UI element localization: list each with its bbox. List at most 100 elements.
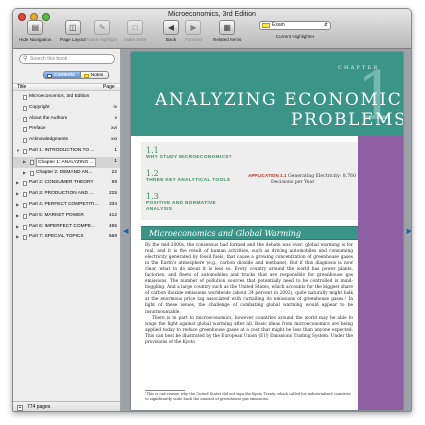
toc-row[interactable]: ▶ Part 3: PRODUCTION AND ... 225	[13, 189, 120, 200]
hide-navigation-button[interactable]: ▤ Hide Navigation	[19, 20, 51, 42]
forward-button[interactable]: ▶ Forward	[185, 20, 202, 42]
toc-row[interactable]: ▶ Part 7: SPECIAL TOPICS 568	[13, 232, 120, 243]
highlight-color-swatch	[262, 23, 270, 28]
disclosure-closed-icon[interactable]: ▶	[16, 232, 19, 243]
document-icon	[23, 148, 27, 154]
document-icon	[23, 235, 27, 241]
make-note-button[interactable]: □ Make Note	[124, 20, 146, 42]
search-placeholder: Search this book	[30, 56, 68, 62]
toc-title: Copyright	[29, 104, 50, 110]
toc-row[interactable]: Preface xvi	[13, 124, 120, 135]
toc-row[interactable]: ▶ Chapter 2: DEMAND AN... 22	[13, 168, 120, 179]
document-icon	[23, 127, 27, 133]
chapter-header: CHAPTER 1 ANALYZING ECONOMIC PROBLEMS	[131, 52, 403, 136]
app-window: Microeconomics, 3rd Edition ▤ Hide Navig…	[12, 8, 412, 412]
section-name: WHY STUDY MICROECONOMICS?	[146, 155, 232, 160]
disclosure-closed-icon[interactable]: ▶	[23, 168, 26, 179]
section-name-continued: ANALYSIS	[146, 207, 173, 212]
window-title: Microeconomics, 3rd Edition	[168, 11, 256, 18]
disclosure-closed-icon[interactable]: ▶	[16, 189, 19, 200]
document-icon	[23, 213, 27, 219]
book-page: CHAPTER 1 ANALYZING ECONOMIC PROBLEMS 1.…	[131, 52, 403, 410]
footnote: ¹This is one reason why the United State…	[145, 392, 351, 401]
chapter-title-line1: ANALYZING ECONOMIC	[155, 90, 403, 110]
toc-page: 1	[114, 147, 117, 153]
make-highlight-label: Make Highlight	[87, 37, 118, 42]
toc-page: xxi	[111, 137, 117, 143]
tab-contents[interactable]: Contents	[43, 71, 81, 79]
sidebar-tabs: Contents Notes	[43, 71, 110, 79]
toc-page: xvi	[111, 126, 117, 132]
make-highlight-button[interactable]: ✎ Make Highlight	[87, 20, 117, 42]
paragraph: There is in part to microeconomics, howe…	[145, 315, 353, 345]
page-layout-label: Page Layout	[60, 37, 86, 42]
page-layout-button[interactable]: ◫ Page Layout	[60, 20, 86, 42]
section-1-1[interactable]: 1.1 WHY STUDY MICROECONOMICS?	[146, 146, 232, 161]
contents-icon	[47, 73, 52, 78]
related-items-button[interactable]: ▦ Related Items	[213, 20, 241, 42]
hide-navigation-label: Hide Navigation	[19, 37, 52, 42]
toc-row[interactable]: About the Authors v	[13, 114, 120, 125]
disclosure-closed-icon[interactable]: ▶	[16, 211, 19, 222]
highlighter-value: Exam	[272, 22, 285, 28]
toc-page: 225	[108, 191, 117, 197]
section-banner: Microeconomics and Global Warming	[141, 226, 358, 240]
document-icon	[23, 105, 27, 111]
forward-arrow-icon: ▶	[185, 20, 202, 35]
toc-row[interactable]: ▶ Part 4: PERFECT COMPETITION 334	[13, 200, 120, 211]
status-bar: + 774 pages	[13, 401, 120, 411]
toc-page: 22	[111, 169, 117, 175]
toc-title: Part 6: IMPERFECT COMPE...	[29, 223, 96, 229]
disclosure-closed-icon[interactable]: ▶	[16, 222, 19, 233]
page-layout-icon: ◫	[64, 20, 81, 35]
section-1-3[interactable]: 1.3 POSITIVE AND NORMATIVE ANALYSIS	[146, 192, 216, 213]
highlighter-select[interactable]: Exam ⇵	[259, 21, 331, 30]
back-arrow-icon: ◀	[163, 20, 179, 35]
disclosure-open-icon[interactable]: ▼	[16, 146, 20, 157]
toc-row[interactable]: ▼ Part 1: INTRODUCTION TO ... 1	[13, 146, 120, 157]
toc-title: Preface	[29, 126, 46, 132]
toc-row[interactable]: Copyright iv	[13, 103, 120, 114]
toc-title: Chapter 2: DEMAND AN...	[36, 169, 93, 175]
chapter-title-line2: PROBLEMS	[291, 110, 403, 130]
search-input[interactable]: ⚲ Search this book	[19, 54, 115, 64]
section-number: 1.3	[146, 192, 159, 201]
tab-contents-label: Contents	[54, 73, 75, 78]
toc-page: v	[114, 115, 117, 121]
navigation-sidebar: ⚲ Search this book Contents Notes Title …	[13, 49, 121, 411]
disclosure-closed-icon[interactable]: ▶	[16, 200, 19, 211]
sidebar-icon: ▤	[27, 20, 44, 35]
toc-page: 89	[111, 180, 117, 186]
toc-title: About the Authors	[29, 115, 68, 121]
toc-row[interactable]: ▶ Part 5: MARKET POWER 412	[13, 211, 120, 222]
back-button[interactable]: ◀ Back	[163, 20, 179, 42]
forward-label: Forward	[185, 37, 202, 42]
application-reference[interactable]: APPLICATION 1.1 Generating Electricity: …	[248, 173, 356, 186]
section-1-2[interactable]: 1.2 THREE KEY ANALYTICAL TOOLS	[146, 169, 230, 184]
toc-row[interactable]: ▶ Chapter 1: ANALYZING ... 1	[13, 156, 120, 168]
toc-row[interactable]: Acknowledgments xxi	[13, 135, 120, 146]
page-count: 774 pages	[27, 404, 51, 410]
toc-row[interactable]: Microeconomics, 3rd Edition	[13, 92, 120, 103]
banner-title: Microeconomics and Global Warming	[149, 229, 302, 238]
toc-title: Part 7: SPECIAL TOPICS	[29, 234, 84, 240]
toc-title: Part 1: INTRODUCTION TO ...	[29, 147, 95, 153]
toc-title: Part 5: MARKET POWER	[29, 212, 84, 218]
column-page[interactable]: Page	[103, 84, 115, 91]
application-title: Generating Electricity: 8,760	[287, 174, 356, 179]
current-highlighter: Exam ⇵ Current Highlighter	[259, 21, 331, 39]
section-number: 1.1	[146, 146, 159, 155]
add-icon[interactable]: +	[17, 404, 23, 411]
next-page-arrow-icon[interactable]: ▶	[407, 227, 411, 235]
toc-row[interactable]: ▶ Part 2: CONSUMER THEORY 89	[13, 178, 120, 189]
toc-page: 568	[108, 234, 117, 240]
tab-notes[interactable]: Notes	[80, 71, 110, 79]
toc-row[interactable]: ▶ Part 6: IMPERFECT COMPE... 495	[13, 222, 120, 233]
section-number: 1.2	[146, 169, 159, 178]
disclosure-closed-icon[interactable]: ▶	[16, 178, 19, 189]
previous-page-arrow-icon[interactable]: ◀	[123, 227, 128, 235]
section-name: THREE KEY ANALYTICAL TOOLS	[146, 178, 231, 183]
column-title[interactable]: Title	[17, 84, 26, 91]
document-icon	[30, 170, 34, 176]
disclosure-closed-icon[interactable]: ▶	[23, 157, 26, 168]
